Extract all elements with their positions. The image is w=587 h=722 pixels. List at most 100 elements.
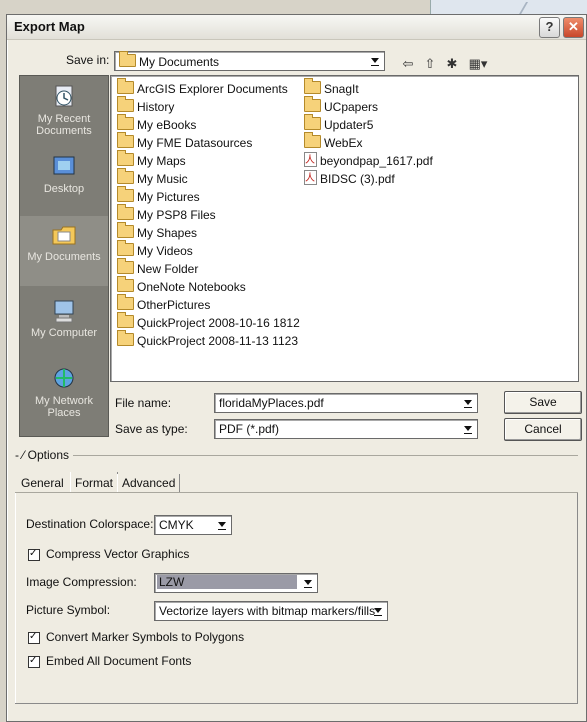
options-divider xyxy=(15,455,578,456)
file-name-label: File name: xyxy=(115,396,172,410)
folder-icon xyxy=(117,132,134,148)
tab-format[interactable]: Format xyxy=(70,472,119,492)
list-item[interactable]: QuickProject 2008-11-13 1123 xyxy=(117,330,300,350)
my-documents-icon xyxy=(52,226,76,245)
list-item[interactable]: UCpapers xyxy=(304,96,433,116)
list-item[interactable]: My Pictures xyxy=(117,186,300,206)
videos-folder-icon xyxy=(117,240,134,256)
list-item[interactable]: ArcGIS Explorer Documents xyxy=(117,78,300,98)
folder-icon xyxy=(117,96,134,112)
options-toggle[interactable]: - ⁄ Options xyxy=(15,448,74,462)
list-item[interactable]: My PSP8 Files xyxy=(117,204,300,224)
chevron-down-icon[interactable] xyxy=(460,421,476,437)
picture-symbol-value: Vectorize layers with bitmap markers/fil… xyxy=(159,604,376,618)
folder-icon xyxy=(117,294,134,310)
list-item[interactable]: QuickProject 2008-10-16 1812 xyxy=(117,312,300,332)
dialog-title: Export Map xyxy=(14,19,85,34)
chevron-down-icon xyxy=(214,517,230,533)
up-folder-icon[interactable]: ⇧ xyxy=(422,57,438,71)
folder-icon xyxy=(119,51,136,67)
convert-marker-checkbox[interactable] xyxy=(28,632,40,644)
file-name-value: floridaMyPlaces.pdf xyxy=(219,396,324,410)
close-button[interactable]: ✕ xyxy=(563,17,584,38)
folder-icon xyxy=(117,276,134,292)
file-column-1: ArcGIS Explorer Documents History My eBo… xyxy=(117,78,300,350)
embed-fonts-checkbox[interactable] xyxy=(28,656,40,668)
shapes-folder-icon xyxy=(117,222,134,238)
file-column-2: SnagIt UCpapers Updater5 WebEx beyondpap… xyxy=(304,78,433,188)
title-bar: Export Map ? ✕ xyxy=(7,15,586,40)
list-item[interactable]: OneNote Notebooks xyxy=(117,276,300,296)
list-item[interactable]: My Maps xyxy=(117,150,300,170)
place-label: My Computer xyxy=(30,327,98,339)
list-item[interactable]: OtherPictures xyxy=(117,294,300,314)
list-item[interactable]: BIDSC (3).pdf xyxy=(304,170,433,188)
tab-advanced[interactable]: Advanced xyxy=(117,474,181,492)
chevron-down-icon[interactable] xyxy=(460,395,476,411)
list-item[interactable]: My Music xyxy=(117,168,300,188)
convert-marker-label: Convert Marker Symbols to Polygons xyxy=(46,630,245,644)
folder-icon xyxy=(304,114,321,130)
list-item[interactable]: New Folder xyxy=(117,258,300,278)
folder-icon xyxy=(117,312,134,328)
place-my-network-places[interactable]: My Network Places xyxy=(20,366,108,419)
list-item[interactable]: My FME Datasources xyxy=(117,132,300,152)
destination-colorspace-value: CMYK xyxy=(159,518,194,532)
folder-icon xyxy=(117,150,134,166)
folder-icon xyxy=(117,78,134,94)
music-folder-icon xyxy=(117,168,134,184)
folder-icon xyxy=(304,96,321,112)
file-name-input[interactable]: floridaMyPlaces.pdf xyxy=(214,393,478,413)
save-as-type-dropdown[interactable]: PDF (*.pdf) xyxy=(214,419,478,439)
place-label: My Recent Documents xyxy=(36,113,92,137)
place-my-recent-documents[interactable]: My Recent Documents xyxy=(20,84,108,137)
folder-icon xyxy=(117,114,134,130)
image-compression-label: Image Compression: xyxy=(26,575,137,589)
help-button[interactable]: ? xyxy=(539,17,560,38)
place-desktop[interactable]: Desktop xyxy=(20,154,108,195)
save-in-value: My Documents xyxy=(139,55,220,69)
list-item[interactable]: Updater5 xyxy=(304,114,433,134)
folder-icon xyxy=(304,132,321,148)
destination-colorspace-dropdown[interactable]: CMYK xyxy=(154,515,232,535)
list-item[interactable]: History xyxy=(117,96,300,116)
save-as-type-value: PDF (*.pdf) xyxy=(219,422,280,436)
chevron-down-icon xyxy=(367,53,383,69)
export-map-dialog: Export Map ? ✕ Save in: My Documents ⇦ ⇧… xyxy=(6,14,587,722)
format-tab-panel: Destination Colorspace: CMYK Compress Ve… xyxy=(15,493,578,703)
picture-symbol-dropdown[interactable]: Vectorize layers with bitmap markers/fil… xyxy=(154,601,388,621)
save-in-dropdown[interactable]: My Documents xyxy=(114,51,385,71)
list-item[interactable]: My eBooks xyxy=(117,114,300,134)
pdf-file-icon xyxy=(304,152,317,170)
cancel-button[interactable]: Cancel xyxy=(504,418,582,441)
list-item[interactable]: beyondpap_1617.pdf xyxy=(304,152,433,170)
folder-icon xyxy=(117,204,134,220)
file-list[interactable]: ArcGIS Explorer Documents History My eBo… xyxy=(110,75,579,382)
place-label: My Documents xyxy=(27,251,101,263)
panel-bottom-border xyxy=(15,703,578,704)
new-folder-icon[interactable]: ✱ xyxy=(444,57,460,71)
place-my-documents[interactable]: My Documents xyxy=(20,216,108,286)
list-item[interactable]: My Shapes xyxy=(117,222,300,242)
folder-icon xyxy=(117,258,134,274)
recent-documents-icon xyxy=(55,85,73,107)
collapse-icon: - ⁄ xyxy=(15,448,28,462)
places-bar: My Recent Documents Desktop My Documents… xyxy=(19,75,109,437)
save-as-type-label: Save as type: xyxy=(115,422,188,436)
back-arrow-icon[interactable]: ⇦ xyxy=(400,57,416,71)
view-menu-icon[interactable]: ▦▾ xyxy=(466,57,490,71)
save-in-label: Save in: xyxy=(66,53,110,67)
list-item[interactable]: WebEx xyxy=(304,132,433,152)
compress-vector-label: Compress Vector Graphics xyxy=(46,547,190,561)
tab-general[interactable]: General xyxy=(21,474,64,492)
image-compression-dropdown[interactable]: LZW xyxy=(154,573,318,593)
save-button[interactable]: Save xyxy=(504,391,582,414)
list-item[interactable]: SnagIt xyxy=(304,78,433,98)
picture-symbol-label: Picture Symbol: xyxy=(26,603,111,617)
chevron-down-icon xyxy=(300,575,316,591)
pdf-file-icon xyxy=(304,170,317,188)
compress-vector-checkbox[interactable] xyxy=(28,549,40,561)
place-my-computer[interactable]: My Computer xyxy=(20,298,108,339)
list-item[interactable]: My Videos xyxy=(117,240,300,260)
pictures-folder-icon xyxy=(117,186,134,202)
